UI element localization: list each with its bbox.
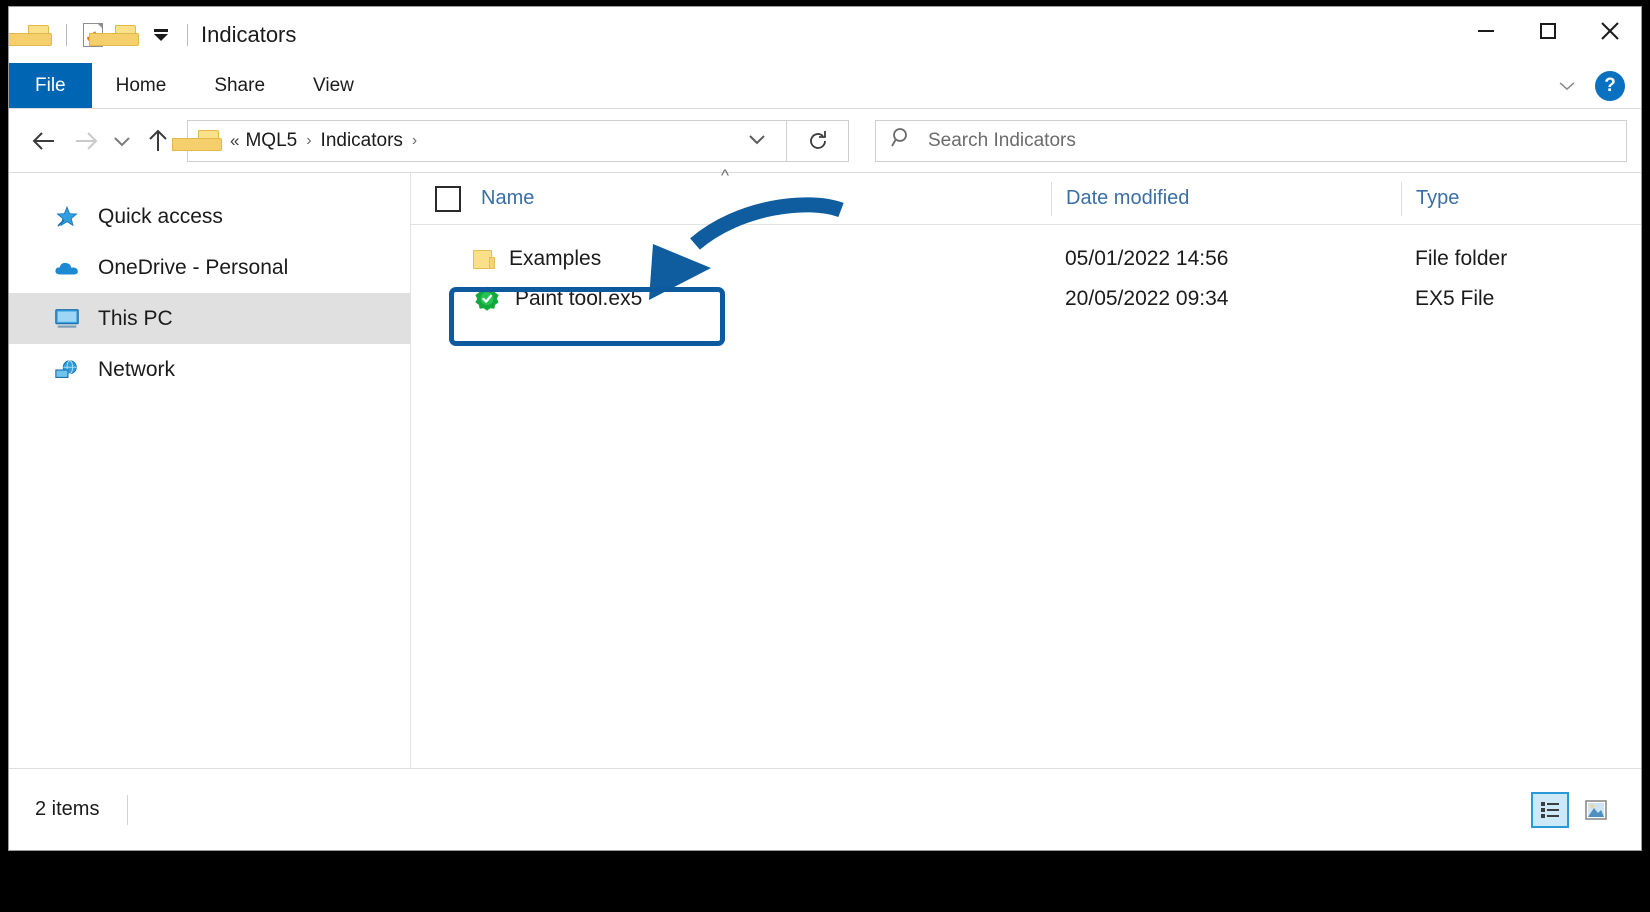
address-bar[interactable]: « MQL5 › Indicators ›: [187, 120, 787, 162]
recent-locations-button[interactable]: [107, 120, 137, 162]
column-header-label: Name: [481, 187, 534, 210]
sort-ascending-icon: ^: [721, 166, 729, 186]
file-type-cell: EX5 File: [1401, 287, 1641, 311]
column-headers: ^ Name Date modified Type: [411, 173, 1641, 225]
column-header-label: Date modified: [1066, 187, 1189, 210]
sidebar-item-network[interactable]: Network: [9, 344, 410, 395]
refresh-button[interactable]: [787, 120, 849, 162]
file-name-cell[interactable]: Examples: [411, 247, 1051, 271]
sidebar-item-this-pc[interactable]: This PC: [9, 293, 410, 344]
ribbon-tabs: File Home Share View ?: [9, 63, 1641, 109]
file-name-cell[interactable]: Paint tool.ex5: [411, 285, 1051, 313]
content-area: Quick access OneDrive - Personal: [9, 172, 1641, 815]
column-header-label: Type: [1416, 187, 1459, 210]
table-row[interactable]: Paint tool.ex5 20/05/2022 09:34 EX5 File: [411, 279, 1641, 319]
breadcrumb-item-indicators[interactable]: Indicators: [321, 130, 403, 152]
screen: ✓ Indicators: [0, 0, 1650, 912]
toolbar-separator-2: [187, 24, 188, 46]
address-dropdown-icon[interactable]: [732, 132, 782, 149]
forward-button[interactable]: [65, 120, 107, 162]
window-title: Indicators: [201, 22, 296, 48]
minimize-button[interactable]: [1455, 7, 1517, 55]
view-toggle-group: [1531, 792, 1641, 828]
taskbar: [0, 854, 1650, 912]
chevron-down-icon[interactable]: [1557, 76, 1577, 96]
folder-icon: [473, 250, 495, 269]
network-icon: [54, 357, 80, 383]
file-name-label: Paint tool.ex5: [515, 287, 642, 311]
quick-access-toolbar: ✓: [9, 18, 197, 52]
file-date-cell: 20/05/2022 09:34: [1051, 287, 1401, 311]
search-box[interactable]: [875, 120, 1627, 162]
close-button[interactable]: [1579, 7, 1641, 55]
customize-dropdown[interactable]: [144, 18, 178, 52]
breadcrumb-overflow-icon[interactable]: «: [230, 131, 243, 151]
column-header-date-modified[interactable]: Date modified: [1051, 182, 1401, 216]
sidebar-item-label: Network: [98, 358, 175, 382]
maximize-button[interactable]: [1517, 7, 1579, 55]
file-date-cell: 05/01/2022 14:56: [1051, 247, 1401, 271]
file-type-cell: File folder: [1401, 247, 1641, 271]
ribbon-right-controls: ?: [1557, 63, 1633, 109]
title-bar: ✓ Indicators: [9, 7, 1641, 63]
breadcrumb-separator-1[interactable]: ›: [299, 132, 318, 150]
cloud-icon: [54, 255, 80, 281]
folder-glyph: [28, 25, 52, 46]
back-button[interactable]: [23, 120, 65, 162]
sidebar-item-onedrive[interactable]: OneDrive - Personal: [9, 242, 410, 293]
large-icons-view-button[interactable]: [1577, 792, 1615, 828]
tab-file[interactable]: File: [9, 63, 92, 108]
help-button[interactable]: ?: [1595, 71, 1625, 101]
folder-icon[interactable]: [23, 18, 57, 52]
breadcrumb-separator-2[interactable]: ›: [405, 132, 424, 150]
tab-share[interactable]: Share: [190, 63, 289, 108]
file-name-label: Examples: [509, 247, 601, 271]
green-gear-check-icon: [473, 285, 501, 313]
window-controls: [1455, 7, 1641, 55]
details-view-button[interactable]: [1531, 792, 1569, 828]
column-header-name[interactable]: ^ Name: [411, 182, 1051, 216]
status-divider: [127, 795, 128, 825]
star-pin-icon: [54, 204, 80, 230]
file-list-pane: ^ Name Date modified Type: [411, 173, 1641, 815]
search-icon: [890, 126, 914, 155]
select-all-checkbox[interactable]: [435, 186, 461, 212]
tab-home[interactable]: Home: [92, 63, 191, 108]
sidebar-item-quick-access[interactable]: Quick access: [9, 191, 410, 242]
status-bar: 2 items: [9, 768, 1641, 850]
sidebar-item-label: This PC: [98, 307, 173, 331]
address-bar-row: « MQL5 › Indicators ›: [9, 109, 1641, 172]
search-input[interactable]: [928, 130, 1612, 152]
breadcrumb: « MQL5 › Indicators ›: [230, 130, 732, 152]
item-count-label: 2 items: [9, 798, 99, 821]
breadcrumb-item-mql5[interactable]: MQL5: [245, 130, 297, 152]
table-row[interactable]: Examples 05/01/2022 14:56 File folder: [411, 239, 1641, 279]
monitor-icon: [54, 306, 80, 332]
tab-view[interactable]: View: [289, 63, 378, 108]
sidebar-item-label: OneDrive - Personal: [98, 256, 288, 280]
sidebar-item-label: Quick access: [98, 205, 223, 229]
column-header-type[interactable]: Type: [1401, 182, 1641, 216]
file-explorer-window: ✓ Indicators: [8, 6, 1642, 851]
toolbar-separator: [66, 24, 67, 46]
address-folder-icon: [198, 130, 222, 151]
new-folder-icon[interactable]: [110, 18, 144, 52]
new-folder-glyph: [115, 25, 139, 46]
navigation-pane: Quick access OneDrive - Personal: [9, 173, 411, 815]
